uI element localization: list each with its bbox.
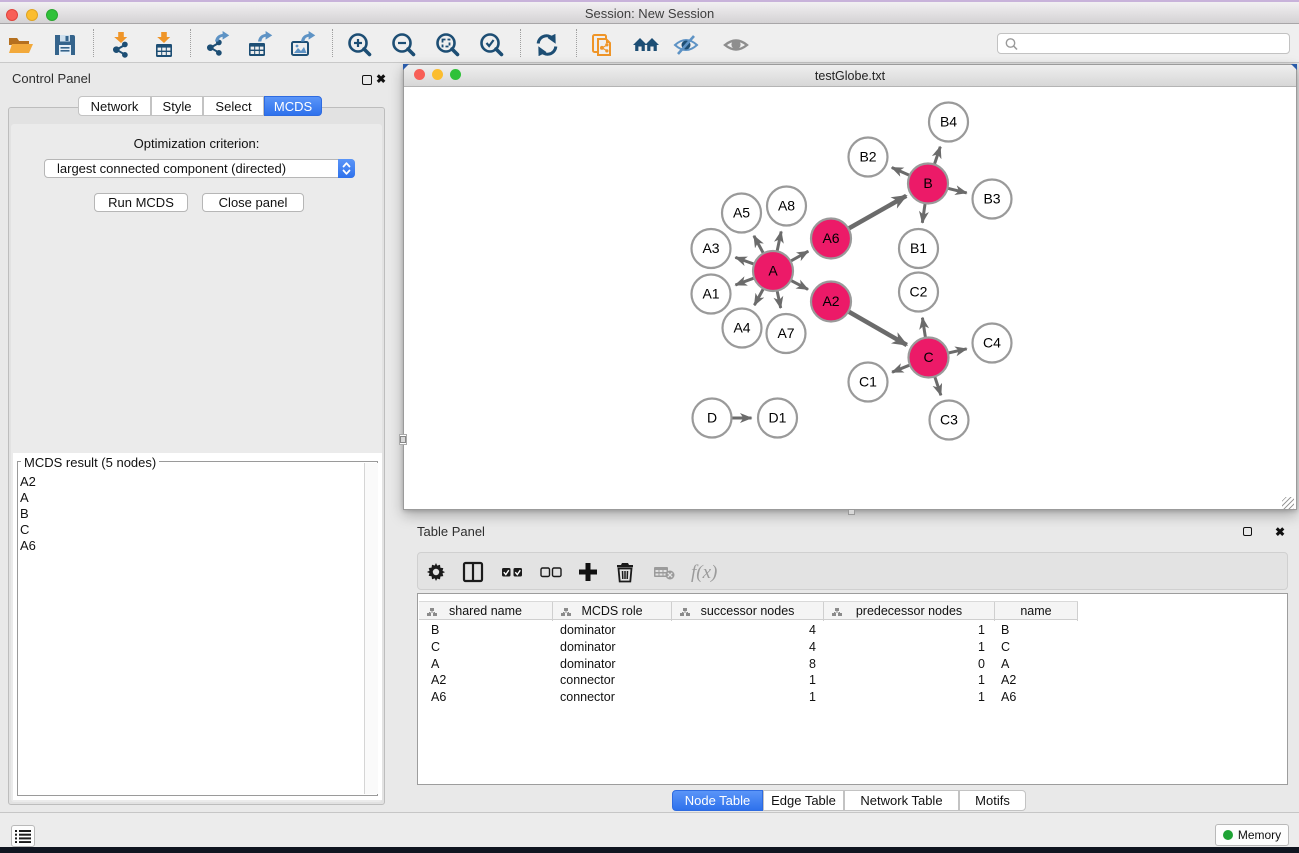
svg-text:B2: B2	[859, 149, 876, 165]
svg-text:A5: A5	[733, 205, 750, 221]
svg-text:B4: B4	[940, 114, 957, 130]
svg-text:A3: A3	[702, 240, 719, 256]
svg-text:f(x): f(x)	[691, 562, 717, 583]
svg-text:D1: D1	[769, 410, 787, 426]
svg-text:B3: B3	[983, 191, 1000, 207]
svg-text:C2: C2	[910, 284, 928, 300]
svg-text:B1: B1	[910, 240, 927, 256]
svg-text:A8: A8	[778, 198, 795, 214]
svg-text:A1: A1	[702, 286, 719, 302]
svg-text:C: C	[923, 349, 933, 365]
svg-text:B: B	[923, 175, 932, 191]
svg-text:C3: C3	[940, 412, 958, 428]
svg-text:A: A	[768, 263, 778, 279]
svg-text:C4: C4	[983, 335, 1001, 351]
svg-text:A2: A2	[822, 293, 839, 309]
svg-text:A7: A7	[777, 325, 794, 341]
svg-text:D: D	[707, 410, 717, 426]
svg-text:A4: A4	[733, 320, 750, 336]
svg-text:C1: C1	[859, 374, 877, 390]
svg-text:A6: A6	[822, 230, 839, 246]
